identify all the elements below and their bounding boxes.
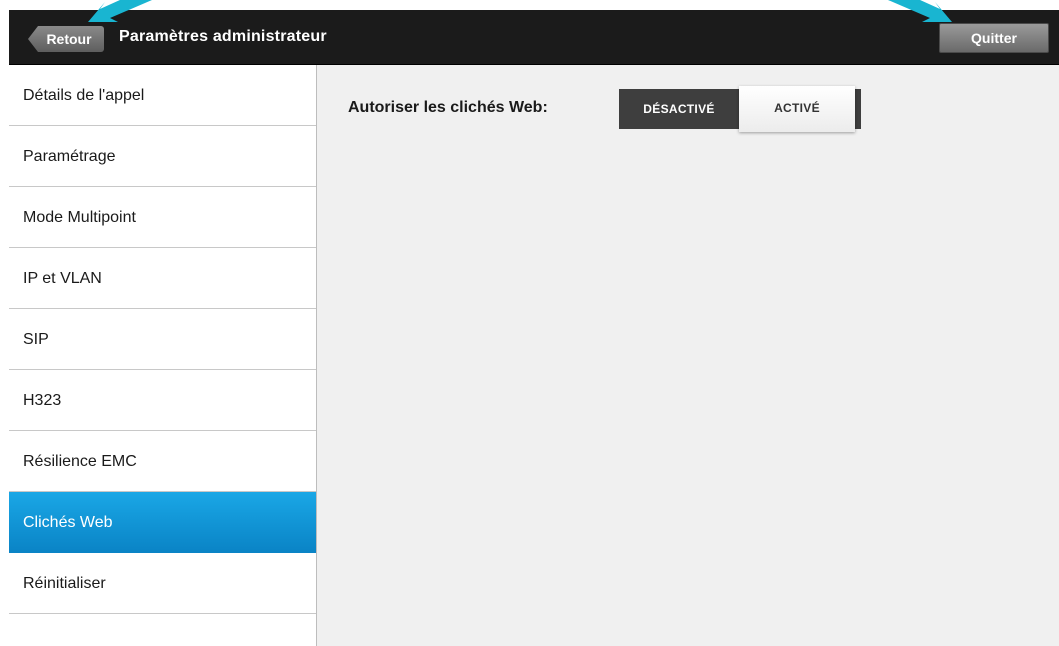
- sidebar-item-label: H323: [23, 392, 62, 409]
- annotation-arrows: [88, 0, 952, 22]
- sidebar-item-multipoint-mode[interactable]: Mode Multipoint: [9, 187, 316, 248]
- sidebar-item-setup[interactable]: Paramétrage: [9, 126, 316, 187]
- arrow-icon: [888, 0, 952, 22]
- sidebar-item-h323[interactable]: H323: [9, 370, 316, 431]
- sidebar-item-web-snapshots[interactable]: Clichés Web: [9, 492, 316, 553]
- web-snapshots-setting-label: Autoriser les clichés Web:: [348, 99, 548, 116]
- sidebar-item-ip-vlan[interactable]: IP et VLAN: [9, 248, 316, 309]
- sidebar-item-sip[interactable]: SIP: [9, 309, 316, 370]
- sidebar-item-label: Réinitialiser: [23, 575, 106, 592]
- sidebar-item-label: Détails de l'appel: [23, 87, 145, 104]
- sidebar-item-label: SIP: [23, 331, 49, 348]
- sidebar-item-label: Paramétrage: [23, 148, 116, 165]
- sidebar-item-label: Mode Multipoint: [23, 209, 136, 226]
- app-window: Retour Paramètres administrateur Quitter…: [9, 10, 1059, 646]
- sidebar-item-call-details[interactable]: Détails de l'appel: [9, 65, 316, 126]
- sidebar-item-label: IP et VLAN: [23, 270, 102, 287]
- sidebar-item-reset[interactable]: Réinitialiser: [9, 553, 316, 614]
- web-snapshots-toggle[interactable]: DÉSACTIVÉ ACTIVÉ: [619, 86, 861, 132]
- sidebar-item-emc-resilience[interactable]: Résilience EMC: [9, 431, 316, 492]
- arrow-icon: [88, 0, 152, 22]
- sidebar: Détails de l'appel Paramétrage Mode Mult…: [9, 65, 317, 646]
- toggle-on-option[interactable]: ACTIVÉ: [739, 86, 855, 132]
- sidebar-item-label: Résilience EMC: [23, 453, 137, 470]
- toggle-off-option[interactable]: DÉSACTIVÉ: [619, 89, 739, 129]
- sidebar-item-label: Clichés Web: [23, 514, 113, 531]
